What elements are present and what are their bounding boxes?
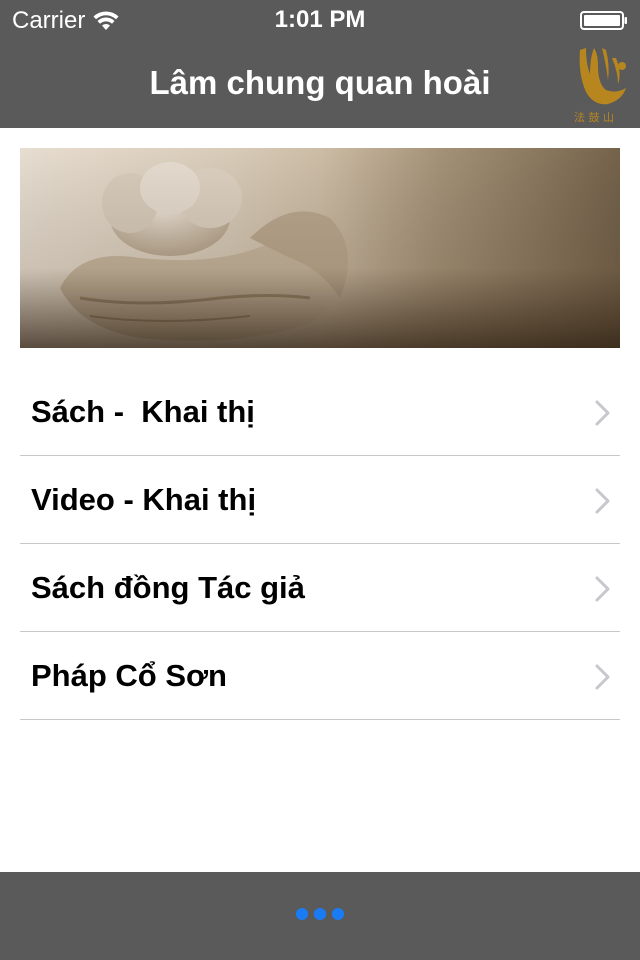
menu-item-label: Sách - Khai thị: [31, 393, 255, 429]
chevron-right-icon: [595, 576, 610, 602]
more-dots-button[interactable]: [0, 908, 640, 920]
chevron-right-icon: [595, 664, 610, 690]
menu-item-label: Sách đồng Tác giả: [31, 569, 305, 605]
menu-item-phap-co-son[interactable]: Pháp Cổ Sơn: [20, 632, 620, 720]
dot-icon: [296, 908, 308, 920]
status-time: 1:01 PM: [274, 6, 366, 33]
menu-item-label: Video - Khai thị: [31, 481, 257, 517]
dot-icon: [314, 908, 326, 920]
menu-item-video-khai-thi[interactable]: Video - Khai thị: [20, 456, 620, 544]
page-title: Lâm chung quan hoài: [149, 64, 491, 101]
bottom-bar: [0, 872, 640, 960]
menu-item-sach-khai-thi[interactable]: Sách - Khai thị: [20, 368, 620, 456]
hands-lotus-illustration: [20, 148, 620, 348]
header: Carrier 1:01 PM Lâm chung quan hoài 法 鼓 …: [0, 0, 640, 128]
status-bar: Carrier 1:01 PM: [0, 0, 640, 40]
battery-icon: [580, 11, 627, 30]
banner-image: [20, 148, 620, 348]
dharma-drum-logo-icon[interactable]: 法 鼓 山: [572, 44, 632, 126]
svg-text:法 鼓 山: 法 鼓 山: [574, 110, 614, 124]
menu-item-sach-dong-tac-gia[interactable]: Sách đồng Tác giả: [20, 544, 620, 632]
chevron-right-icon: [595, 488, 610, 514]
dot-icon: [332, 908, 344, 920]
app-screen: Carrier 1:01 PM Lâm chung quan hoài 法 鼓 …: [0, 0, 640, 960]
chevron-right-icon: [595, 400, 610, 426]
menu-item-label: Pháp Cổ Sơn: [31, 657, 227, 693]
menu-list: Sách - Khai thị Video - Khai thị Sách đồ…: [20, 368, 620, 720]
